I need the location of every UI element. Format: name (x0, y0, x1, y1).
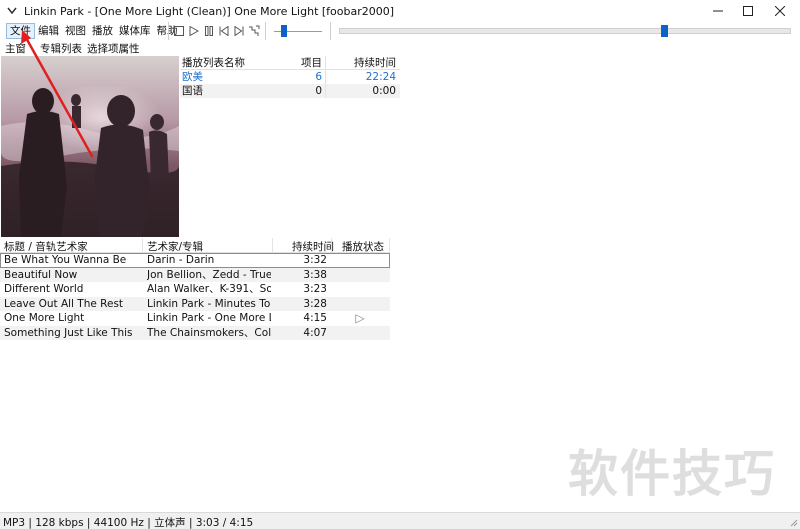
album-art (1, 56, 179, 237)
track-duration: 4:07 (303, 326, 327, 339)
toolbar-separator (265, 22, 266, 40)
next-icon (234, 26, 243, 36)
track-row[interactable]: Beautiful Now Jon Bellion、Zedd - True Co… (0, 267, 390, 282)
play-icon (189, 26, 199, 36)
header-title-artist[interactable]: 标题 / 音轨艺术家 (4, 239, 88, 254)
track-duration: 3:23 (303, 283, 327, 295)
track-duration: 3:28 (303, 297, 327, 310)
title-bar: Linkin Park - [One More Light (Clean)] O… (0, 0, 800, 22)
tab-album-list[interactable]: 专辑列表 (40, 41, 82, 56)
track-artist-album: The Chainsmokers、Coldpla... (147, 326, 271, 339)
volume-slider-thumb[interactable] (280, 25, 287, 37)
column-divider (142, 238, 143, 253)
playlist-name: 国语 (182, 85, 203, 97)
close-button[interactable] (760, 0, 800, 22)
watermark: 软件技巧 (568, 445, 776, 503)
playlist-row[interactable]: 国语 0 0:00 (180, 84, 400, 98)
track-title: Beautiful Now (4, 268, 78, 281)
track-artist-album: Linkin Park - One More Ligh... (147, 312, 271, 324)
menu-library[interactable]: 媒体库 (116, 23, 154, 39)
track-duration: 3:38 (303, 268, 327, 281)
playlist-manager: 播放列表名称 项目 持续时间 欧美 6 22:24 国语 0 0:00 (180, 56, 400, 98)
column-divider (389, 238, 390, 253)
play-button[interactable] (187, 24, 200, 38)
playlist-items: 0 (315, 85, 322, 97)
column-divider (272, 238, 273, 253)
previous-button[interactable] (217, 24, 230, 38)
status-text: MP3 | 128 kbps | 44100 Hz | 立体声 | 3:03 /… (3, 517, 254, 529)
now-playing-icon: ▷ (355, 311, 365, 325)
resize-grip-icon[interactable] (788, 517, 798, 527)
stop-button[interactable] (172, 24, 185, 38)
layout-tabs: 主窗 专辑列表 选择项属性 (0, 41, 140, 56)
playlist-row[interactable]: 欧美 6 22:24 (180, 70, 400, 84)
toolbar-separator (330, 22, 331, 40)
minimize-icon (713, 10, 723, 12)
playlist-name: 欧美 (182, 71, 203, 83)
maximize-icon (743, 6, 753, 16)
header-artist-album[interactable]: 艺术家/专辑 (147, 239, 203, 254)
next-button[interactable] (232, 24, 245, 38)
track-list: 标题 / 音轨艺术家 艺术家/专辑 持续时间 播放状态 Be What You … (0, 238, 390, 340)
header-duration[interactable]: 持续时间 (354, 56, 396, 70)
previous-icon (219, 26, 228, 36)
track-title: Something Just Like This (4, 326, 133, 339)
menu-file[interactable]: 文件 (6, 23, 35, 39)
menu-edit[interactable]: 编辑 (35, 23, 62, 39)
menu-playback[interactable]: 播放 (89, 23, 116, 39)
playlist-manager-header: 播放列表名称 项目 持续时间 (180, 56, 400, 70)
track-artist-album: Darin - Darin (147, 254, 215, 266)
track-row[interactable]: Different World Alan Walker、K-391、Sofia … (0, 282, 390, 297)
track-row[interactable]: Leave Out All The Rest Linkin Park - Min… (0, 296, 390, 311)
pause-button[interactable] (202, 24, 215, 38)
track-row[interactable]: One More Light Linkin Park - One More Li… (0, 311, 390, 326)
close-icon (775, 6, 785, 16)
track-row[interactable]: Something Just Like This The Chainsmoker… (0, 325, 390, 340)
column-divider (331, 238, 332, 253)
column-divider (325, 70, 326, 84)
tab-main[interactable]: 主窗 (5, 41, 26, 56)
window-title: Linkin Park - [One More Light (Clean)] O… (24, 4, 395, 18)
stop-icon (173, 26, 184, 36)
header-playlist-name[interactable]: 播放列表名称 (182, 56, 245, 70)
random-icon (248, 25, 259, 36)
seekbar-track[interactable] (339, 28, 791, 34)
menu-view[interactable]: 视图 (62, 23, 89, 39)
track-artist-album: Jon Bellion、Zedd - True Col... (147, 268, 271, 281)
track-title: Leave Out All The Rest (4, 297, 124, 310)
playlist-items: 6 (315, 71, 322, 83)
header-items[interactable]: 项目 (301, 56, 322, 70)
track-title: Be What You Wanna Be (4, 254, 127, 266)
column-divider (325, 56, 326, 70)
track-title: Different World (4, 283, 84, 295)
pause-icon (204, 26, 213, 36)
tab-selection-properties[interactable]: 选择项属性 (87, 41, 140, 56)
random-button[interactable] (247, 24, 260, 38)
status-bar: MP3 | 128 kbps | 44100 Hz | 立体声 | 3:03 /… (0, 512, 800, 529)
track-artist-album: Alan Walker、K-391、Sofia ... (147, 283, 271, 295)
seekbar-thumb[interactable] (660, 25, 668, 37)
column-divider (325, 84, 326, 98)
toolbar-separator (168, 22, 169, 40)
playlist-duration: 0:00 (372, 85, 396, 97)
track-row[interactable]: Be What You Wanna Be Darin - Darin 3:32 (0, 253, 390, 268)
track-artist-album: Linkin Park - Minutes To Mi... (147, 297, 271, 310)
header-duration[interactable]: 持续时间 (292, 239, 334, 254)
header-play-status[interactable]: 播放状态 (342, 239, 384, 254)
track-duration: 4:15 (303, 312, 327, 324)
track-title: One More Light (4, 312, 85, 324)
track-list-header: 标题 / 音轨艺术家 艺术家/专辑 持续时间 播放状态 (0, 238, 390, 253)
track-duration: 3:32 (303, 254, 327, 266)
app-icon[interactable] (6, 5, 18, 17)
playlist-duration: 22:24 (365, 71, 396, 83)
